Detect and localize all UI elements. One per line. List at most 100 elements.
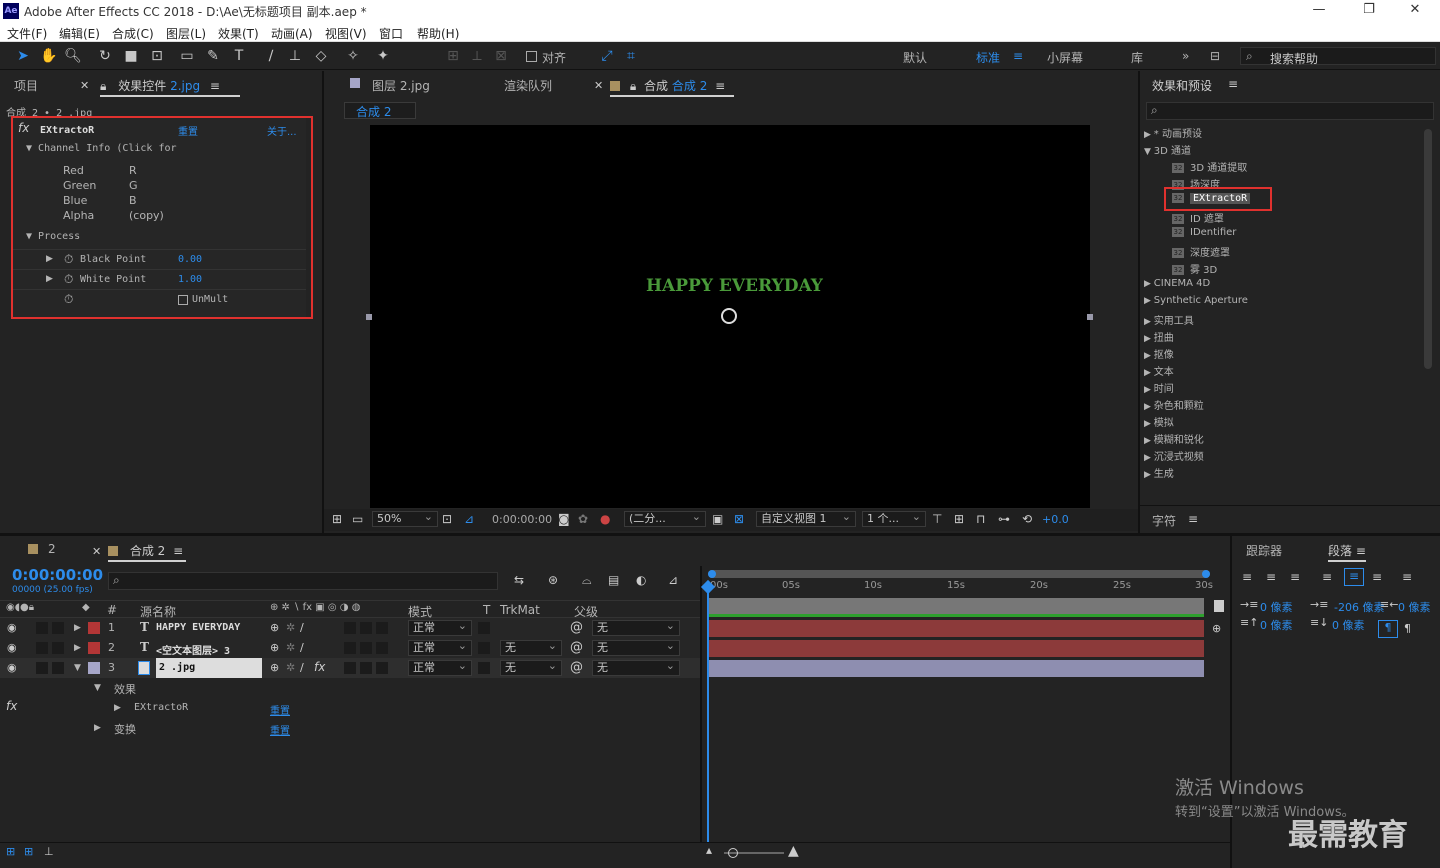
tab-project[interactable]: 项目 (14, 77, 38, 94)
indent-left-value[interactable]: 0 像素 (1260, 599, 1293, 615)
expand-arrow-icon[interactable]: ▼ (74, 663, 81, 673)
parent-dropdown[interactable]: 无 (592, 659, 680, 676)
shy-switch-icon[interactable]: ⊕ (270, 641, 279, 654)
time-ruler[interactable]: 00s 05s 10s 15s 20s 25s 30s (706, 580, 1213, 596)
fx-switch-icon[interactable]: fx (314, 660, 325, 674)
expand-arrow-icon[interactable]: ▶ (114, 703, 121, 713)
expand-arrow-icon[interactable]: ▶ (1144, 130, 1154, 140)
fit-icon[interactable]: ⊡ (442, 512, 452, 526)
effect-tree-item[interactable]: ▶ 时间 (1144, 380, 1174, 395)
menu-edit[interactable]: 编辑(E) (59, 25, 100, 42)
collapse-switch-icon[interactable]: ✲ (286, 641, 295, 654)
preserve-transparency-toggle[interactable] (478, 622, 490, 634)
space-before-value[interactable]: 0 像素 (1260, 617, 1293, 633)
layer-bar-3[interactable] (708, 660, 1204, 677)
region-icon[interactable]: ▣ (712, 512, 723, 526)
selection-tool-icon[interactable]: ➤ (14, 47, 32, 65)
effect-tree-item[interactable]: 32 雾 3D (1172, 261, 1217, 276)
effect-tree-item[interactable]: ▶ 杂色和颗粒 (1144, 397, 1204, 412)
scrollbar[interactable] (1424, 129, 1432, 369)
toggle-mask-icon[interactable]: ⊿ (464, 512, 474, 526)
expand-arrow-icon[interactable]: ▶ (1144, 296, 1154, 306)
menu-layer[interactable]: 图层(L) (166, 25, 206, 42)
switch-box[interactable] (360, 662, 372, 674)
pick-whip-icon[interactable]: @ (570, 660, 583, 675)
indent-right-value[interactable]: 0 像素 (1398, 599, 1431, 615)
menu-effect[interactable]: 效果(T) (218, 25, 259, 42)
effect-tree-item[interactable]: ▶ 文本 (1144, 363, 1174, 378)
resolution-dropdown[interactable]: (二分... (624, 510, 706, 527)
quality-switch-icon[interactable]: ∕ (300, 621, 304, 634)
expand-arrow-icon[interactable]: ▼ (1144, 147, 1154, 157)
zoom-out-icon[interactable]: ▴ (706, 843, 712, 857)
always-preview-icon[interactable]: ⊞ (332, 512, 342, 526)
rotate-tool-icon[interactable]: ↻ (96, 47, 114, 65)
shy-icon[interactable]: ⌓ (582, 573, 592, 588)
timeline-icon[interactable]: ⊓ (976, 512, 985, 526)
effect-tree-item[interactable]: ▶ * 动画预设 (1144, 125, 1202, 140)
workspace-standard[interactable]: 标准 (976, 49, 1000, 66)
hand-tool-icon[interactable]: ✋ (40, 47, 58, 65)
work-area-start-handle[interactable] (708, 570, 716, 578)
channel-icon[interactable]: ● (600, 512, 610, 526)
current-time[interactable]: 0:00:00:00 (12, 566, 103, 584)
close-tab-icon[interactable]: ✕ (92, 545, 101, 558)
blend-mode-dropdown[interactable]: 正常 (408, 659, 472, 676)
label-color[interactable] (88, 622, 100, 634)
monitor-icon[interactable]: ▭ (352, 512, 363, 526)
camera-tool-icon[interactable]: ■ (122, 47, 140, 65)
tab-effect-controls[interactable]: 🔒︎ 效果控件 2.jpg ≡ (100, 77, 240, 97)
brush-tool-icon[interactable]: ∕ (262, 47, 280, 65)
label-color[interactable] (88, 642, 100, 654)
show-snapshot-icon[interactable]: ✿ (578, 512, 588, 526)
effect-tree-item[interactable]: ▶ 沉浸式视频 (1144, 448, 1204, 463)
preserve-transparency-toggle[interactable] (478, 642, 490, 654)
switch-box[interactable] (344, 622, 356, 634)
switch-box[interactable] (344, 642, 356, 654)
pick-whip-icon[interactable]: @ (570, 620, 583, 635)
switch-box[interactable] (360, 622, 372, 634)
roto-brush-tool-icon[interactable]: ✧ (344, 47, 362, 65)
zoom-slider-thumb[interactable] (728, 848, 738, 858)
expand-arrow-icon[interactable]: ▶ (74, 623, 81, 633)
panel-menu-icon[interactable]: ≡ (715, 79, 725, 93)
eraser-tool-icon[interactable]: ◇ (312, 47, 330, 65)
snap-feather-icon[interactable]: ⤢ (598, 47, 616, 65)
effect-tree-item[interactable]: 32 IDentifier (1172, 227, 1236, 238)
workspace-small-screen[interactable]: 小屏幕 (1047, 49, 1083, 66)
preserve-transparency-toggle[interactable] (478, 662, 490, 674)
pen-tool-icon[interactable]: ✎ (204, 47, 222, 65)
clone-stamp-tool-icon[interactable]: ⊥ (286, 47, 304, 65)
expand-arrow-icon[interactable]: ▶ (1144, 368, 1154, 378)
justify-right-icon[interactable]: ≡ (1372, 570, 1382, 584)
layer-row[interactable]: ◉ ▶ 2 T <空文本图层> 3 ⊕ ✲ ∕ 正常 无 @ 无 (0, 638, 700, 658)
bbox-handle[interactable] (366, 314, 372, 320)
menu-help[interactable]: 帮助(H) (417, 25, 459, 42)
lock-toggle[interactable] (52, 642, 64, 654)
effect-tree-item[interactable]: ▶ Synthetic Aperture (1144, 295, 1248, 306)
solo-toggle[interactable] (36, 662, 48, 674)
zoom-dropdown[interactable]: 50% (372, 510, 438, 527)
stretch-controls-icon[interactable]: ⊥ (44, 845, 54, 858)
expand-arrow-icon[interactable]: ▶ (1144, 436, 1154, 446)
view-dropdown[interactable]: 自定义视图 1 (756, 510, 856, 527)
switch-box[interactable] (344, 662, 356, 674)
restore-icon[interactable]: ❐ (1354, 2, 1384, 17)
layer-name[interactable]: HAPPY EVERYDAY (156, 622, 240, 633)
collapse-switch-icon[interactable]: ✲ (286, 621, 295, 634)
workspace-libraries[interactable]: 库 (1131, 49, 1143, 66)
eye-icon[interactable]: ◉ (7, 621, 17, 634)
comp-marker-icon[interactable] (1214, 600, 1224, 612)
workspace-default[interactable]: 默认 (903, 49, 927, 66)
fx-icon[interactable]: fx (6, 699, 17, 713)
effects-presets-title[interactable]: 效果和预设 (1152, 77, 1212, 94)
viewer-timecode[interactable]: 0:00:00:00 (492, 513, 552, 526)
effect-tree-item[interactable]: ▶ 模拟 (1144, 414, 1174, 429)
align-center-icon[interactable]: ≡ (1266, 570, 1276, 584)
rectangle-tool-icon[interactable]: ▭ (178, 47, 196, 65)
expand-arrow-icon[interactable]: ▶ (1144, 279, 1154, 289)
eye-icon[interactable]: ◉ (7, 661, 17, 674)
work-area-region[interactable] (708, 598, 1204, 614)
extractor-reset-link[interactable]: 重置 (270, 702, 290, 717)
reset-exposure-icon[interactable]: ⟲ (1022, 512, 1032, 526)
